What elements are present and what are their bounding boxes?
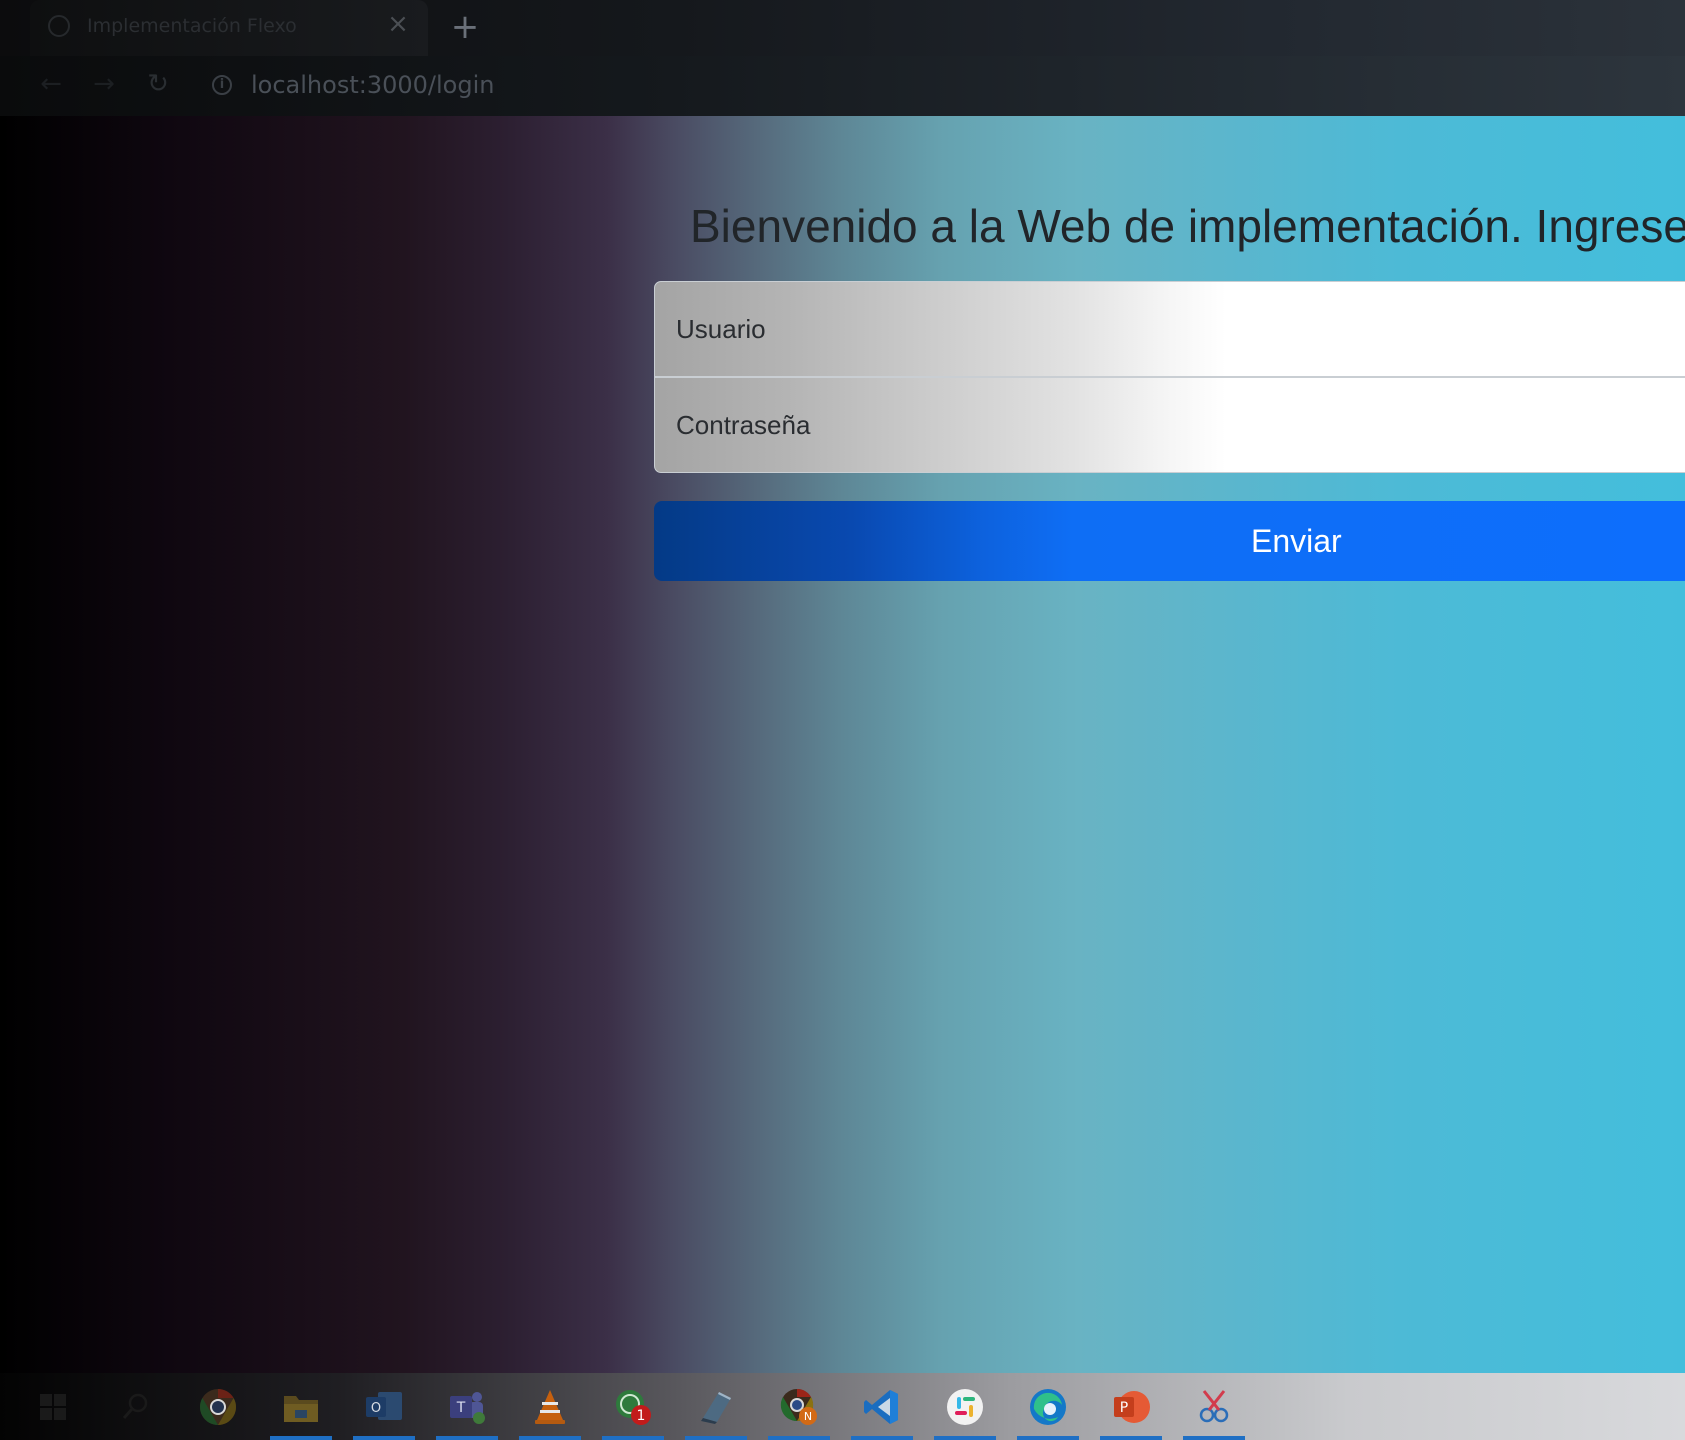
tab-title: Implementación Flexo (87, 15, 297, 37)
powerpoint-icon: P (1111, 1387, 1151, 1427)
svg-text:O: O (371, 1401, 381, 1416)
taskbar-item-edge[interactable] (1015, 1373, 1081, 1440)
page-title: Bienvenido a la Web de implementación. I… (690, 200, 1685, 252)
edge-icon (1028, 1387, 1068, 1427)
taskbar-running-indicator (1100, 1436, 1162, 1440)
taskbar-item-outlook[interactable]: O (351, 1373, 417, 1440)
screen: Implementación Flexo × + ← → ↻ i localho… (0, 0, 1685, 1440)
svg-text:T: T (456, 1400, 466, 1416)
taskbar-running-indicator (934, 1436, 996, 1440)
back-button[interactable]: ← (33, 66, 69, 102)
globe-icon (48, 15, 70, 37)
taskbar-running-indicator (602, 1436, 664, 1440)
vlc-icon (530, 1387, 570, 1427)
search-icon (115, 1387, 155, 1427)
url-text[interactable]: localhost:3000/login (251, 71, 494, 99)
svg-text:N: N (804, 1410, 812, 1423)
taskbar-running-indicator (519, 1436, 581, 1440)
close-icon[interactable]: × (384, 10, 412, 38)
taskbar-item-whatsapp[interactable]: 1 (600, 1373, 666, 1440)
taskbar-running-indicator (270, 1436, 332, 1440)
notepad-icon (696, 1387, 736, 1427)
taskbar-running-indicator (851, 1436, 913, 1440)
taskbar-running-indicator (685, 1436, 747, 1440)
address-bar[interactable]: i localhost:3000/login (200, 66, 1670, 106)
password-input[interactable] (654, 377, 1685, 473)
slack-icon (945, 1387, 985, 1427)
new-tab-button[interactable]: + (450, 9, 480, 45)
taskbar-item-snipping-tool[interactable] (1181, 1373, 1247, 1440)
taskbar-item-file-explorer[interactable] (268, 1373, 334, 1440)
whatsapp-icon: 1 (613, 1387, 653, 1427)
page-viewport: Bienvenido a la Web de implementación. I… (0, 116, 1685, 1373)
forward-button[interactable]: → (86, 66, 122, 102)
taskbar-item-notepad[interactable] (683, 1373, 749, 1440)
teams-icon: T (447, 1387, 487, 1427)
taskbar-item-start[interactable] (20, 1373, 86, 1440)
snipping-tool-icon (1194, 1387, 1234, 1427)
taskbar-item-chrome[interactable] (185, 1373, 251, 1440)
windows-start-icon (33, 1387, 73, 1427)
chrome-icon (198, 1387, 238, 1427)
browser-tab[interactable]: Implementación Flexo × (30, 0, 428, 56)
vscode-icon (862, 1387, 902, 1427)
chrome-profile-icon: N (779, 1387, 819, 1427)
taskbar-item-teams[interactable]: T (434, 1373, 500, 1440)
taskbar-item-powerpoint[interactable]: P (1098, 1373, 1164, 1440)
taskbar-running-indicator (353, 1436, 415, 1440)
browser-tab-strip: Implementación Flexo × + (0, 0, 1685, 56)
file-explorer-icon (281, 1387, 321, 1427)
reload-button[interactable]: ↻ (140, 66, 176, 102)
svg-text:1: 1 (637, 1408, 646, 1424)
taskbar-item-search[interactable] (102, 1373, 168, 1440)
taskbar-running-indicator (436, 1436, 498, 1440)
svg-text:P: P (1120, 1400, 1128, 1416)
taskbar-running-indicator (768, 1436, 830, 1440)
taskbar-running-indicator (1017, 1436, 1079, 1440)
browser-toolbar: ← → ↻ i localhost:3000/login (0, 56, 1685, 116)
taskbar-item-vscode[interactable] (849, 1373, 915, 1440)
taskbar-item-chrome-profile[interactable]: N (766, 1373, 832, 1440)
submit-button[interactable]: Enviar (654, 501, 1685, 581)
taskbar-running-indicator (1183, 1436, 1245, 1440)
outlook-icon: O (364, 1387, 404, 1427)
taskbar-item-vlc[interactable] (517, 1373, 583, 1440)
info-icon[interactable]: i (212, 75, 232, 95)
username-input[interactable] (654, 281, 1685, 377)
taskbar: O T 1 N P (0, 1373, 1685, 1440)
taskbar-item-slack[interactable] (932, 1373, 998, 1440)
